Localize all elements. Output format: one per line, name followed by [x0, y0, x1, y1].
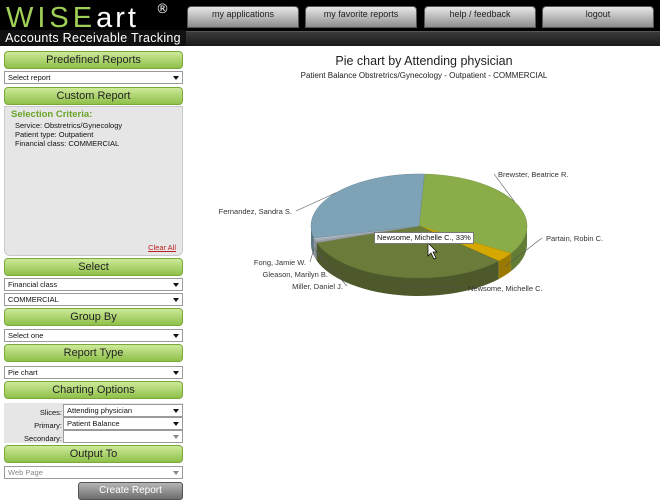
pie-label-1: Partain, Robin C. [546, 234, 603, 243]
slices-select-value: Attending physician [67, 406, 133, 415]
chevron-down-icon [173, 435, 179, 439]
clear-all-link[interactable]: Clear All [148, 243, 176, 252]
slice-tooltip: Newsome, Michelle C., 33% [374, 232, 474, 244]
select-value-value: COMMERCIAL [8, 295, 59, 304]
output-to-header[interactable]: Output To [4, 445, 183, 463]
group-by-select-value: Select one [8, 331, 44, 340]
group-by-select[interactable]: Select one [4, 329, 183, 342]
pie-label-5: Fong, Jamie W. [254, 258, 306, 267]
predefined-reports-header[interactable]: Predefined Reports [4, 51, 183, 69]
nav-tab-logout[interactable]: logout [542, 6, 654, 28]
pie-label-4: Gleason, Marilyn B. [263, 270, 328, 279]
header-divider [186, 31, 660, 46]
pie-label-0: Brewster, Beatrice R. [498, 170, 568, 179]
report-type-header[interactable]: Report Type [4, 344, 183, 362]
nav-tab-my-favorite-reports[interactable]: my favorite reports [305, 6, 417, 28]
chevron-down-icon [173, 422, 179, 426]
chevron-down-icon [173, 76, 179, 80]
select-header[interactable]: Select [4, 258, 183, 276]
app-tagline: Accounts Receivable Tracking [0, 30, 186, 46]
pie-label-2: Newsome, Michelle C. [468, 284, 543, 293]
report-type-select-value: Pie chart [8, 368, 38, 377]
criteria-patient-type: Patient type: Outpatient [15, 130, 94, 139]
charting-options-header[interactable]: Charting Options [4, 381, 183, 399]
criteria-financial-class: Financial class: COMMERCIAL [15, 139, 120, 148]
primary-label: Primary: [34, 421, 62, 430]
app-window: WISEart ® Accounts Receivable Tracking m… [0, 0, 660, 504]
chart-area: Pie chart by Attending physician Patient… [188, 46, 660, 504]
report-type-select[interactable]: Pie chart [4, 366, 183, 379]
selection-criteria-panel: Selection Criteria: Service: Obstretrics… [4, 106, 183, 256]
custom-report-header[interactable]: Custom Report [4, 87, 183, 105]
primary-select-value: Patient Balance [67, 419, 120, 428]
select-field-value: Financial class [8, 280, 58, 289]
create-report-button[interactable]: Create Report [78, 482, 183, 500]
chevron-down-icon [173, 334, 179, 338]
chevron-down-icon [173, 409, 179, 413]
pie-label-6: Fernandez, Sandra S. [219, 207, 292, 216]
output-to-select[interactable]: Web Page [4, 466, 183, 479]
select-value-dropdown[interactable]: COMMERCIAL [4, 293, 183, 306]
predefined-report-select-value: Select report [8, 73, 51, 82]
nav-tab-help-feedback[interactable]: help / feedback [424, 6, 536, 28]
slices-label: Slices: [39, 408, 62, 417]
nav-tab-my-applications[interactable]: my applications [187, 6, 299, 28]
pie-chart: Brewster, Beatrice R. Partain, Robin C. Ne… [219, 170, 603, 296]
pie-label-3: Miller, Daniel J. [292, 282, 343, 291]
wiseart-logo: WISEart ® [6, 2, 186, 34]
output-to-select-value: Web Page [8, 468, 43, 477]
group-by-header[interactable]: Group By [4, 308, 183, 326]
chevron-down-icon [173, 298, 179, 302]
predefined-report-select[interactable]: Select report [4, 71, 183, 84]
chevron-down-icon [173, 283, 179, 287]
header-bar: WISEart ® Accounts Receivable Tracking m… [0, 0, 660, 46]
registered-mark: ® [156, 2, 169, 17]
chevron-down-icon [173, 471, 179, 475]
primary-select[interactable]: Patient Balance [63, 417, 183, 430]
selection-criteria-title: Selection Criteria: [11, 109, 93, 120]
select-field-dropdown[interactable]: Financial class [4, 278, 183, 291]
secondary-label: Secondary: [24, 434, 62, 443]
chevron-down-icon [173, 371, 179, 375]
criteria-service: Service: Obstretrics/Gynecology [15, 121, 123, 130]
secondary-select[interactable] [63, 430, 183, 443]
slices-select[interactable]: Attending physician [63, 404, 183, 417]
